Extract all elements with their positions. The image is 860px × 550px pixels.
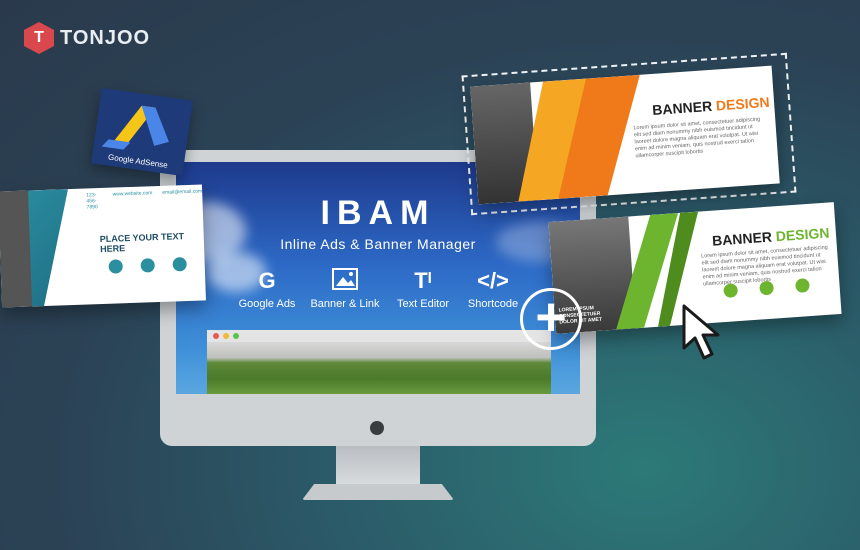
user-icon [108,259,123,274]
leaf-icon [723,283,739,299]
cursor-arrow-icon [680,302,728,365]
card-tr-title: BANNER DESIGN [652,94,770,118]
monitor-neck [336,446,420,486]
contact-phone: 123-456-7890 [86,192,98,211]
brand-logo[interactable]: T TONJOO [24,22,150,54]
feature-label: Google Ads [238,298,296,310]
close-dot-icon [213,333,219,339]
home-icon [795,278,810,294]
minimize-dot-icon [223,333,229,339]
card-tr-body: Lorem ipsum dolor sit amet, consectetuer… [633,116,761,160]
title-part2: DESIGN [715,93,771,114]
search-icon [759,280,775,296]
brand-name: TONJOO [60,26,151,49]
google-icon: G [258,268,276,293]
browser-preview [207,330,551,394]
maximize-dot-icon [233,333,239,339]
tonjoo-logo-icon: T [24,22,54,54]
adsense-logo-icon [101,105,169,150]
contact-site: www.website.com [112,190,153,198]
image-icon [300,268,390,294]
browser-content-photo [207,342,551,394]
search-icon [140,258,155,273]
contact-email: email@email.com [162,188,203,196]
card-left-headline: PLACE YOUR TEXT HERE [99,231,185,255]
title-part1: BANNER [651,97,717,119]
banner-card-left[interactable]: 123-456-7890 www.website.com email@email… [0,184,206,308]
google-adsense-tile[interactable]: Google AdSense [91,87,193,177]
monitor-foot [302,484,454,500]
banner-card-top-right[interactable]: BANNER DESIGN Lorem ipsum dolor sit amet… [470,65,780,205]
feature-label: Banner & Link [310,298,380,310]
title-part2: DESIGN [775,224,830,245]
feature-banner-link[interactable]: Banner & Link [300,268,390,310]
code-icon: </> [477,268,509,293]
card-left-icons [108,257,187,274]
monitor-camera-dot [370,421,384,435]
home-icon [172,257,187,272]
browser-toolbar [207,330,551,342]
title-part1: BANNER [711,228,777,249]
feature-google-ads[interactable]: G Google Ads [222,268,312,310]
hero-subtitle: Inline Ads & Banner Manager [280,236,476,252]
contact-row: 123-456-7890 www.website.com email@email… [86,188,203,210]
add-banner-button[interactable]: + [520,288,582,350]
